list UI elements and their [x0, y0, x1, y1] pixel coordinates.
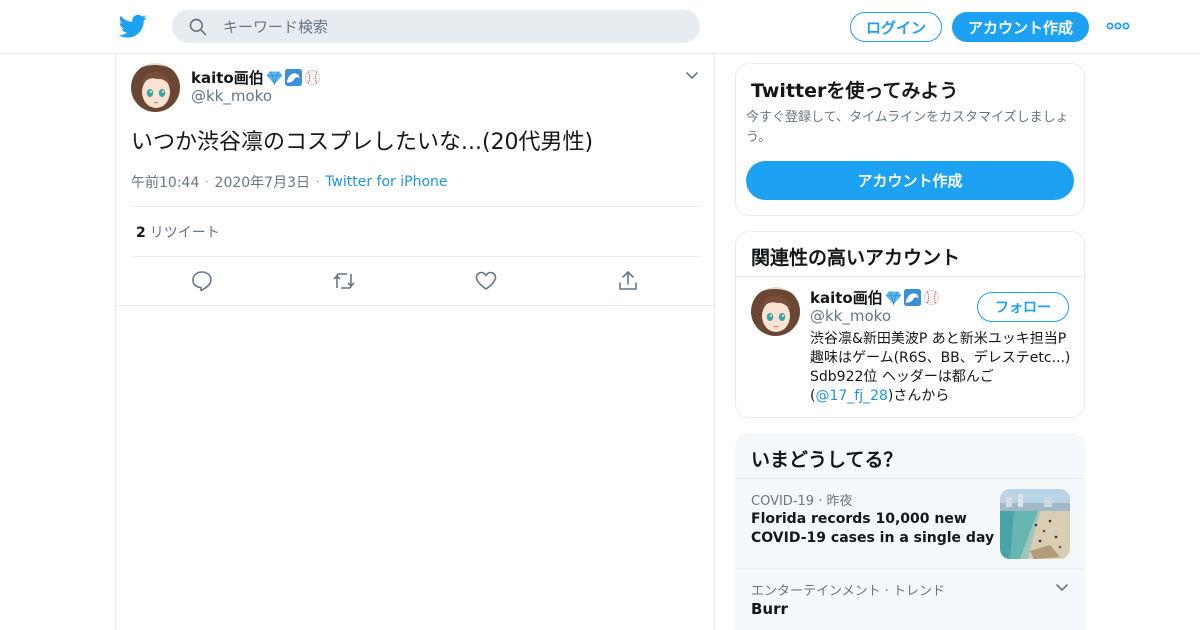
- beach-photo: [1000, 489, 1070, 559]
- retweet-count-link[interactable]: 2 リツイート: [136, 222, 220, 242]
- trend-meta: COVID-19 · 昨夜: [751, 490, 852, 509]
- display-name: kaito画伯: [191, 69, 264, 87]
- search-bar[interactable]: [172, 10, 700, 43]
- tweet-author-name[interactable]: kaito画伯: [191, 67, 321, 88]
- divider: [131, 256, 701, 257]
- search-icon: [189, 18, 207, 35]
- reply-icon[interactable]: [190, 269, 214, 293]
- wave-icon: [903, 289, 921, 306]
- display-name: kaito画伯: [810, 289, 883, 307]
- tweet-text: いつか渋谷凛のコスプレしたいな...(20代男性): [131, 130, 594, 155]
- baseball-icon: [923, 289, 939, 306]
- trend-title-link[interactable]: Burr: [751, 600, 788, 618]
- tweet-metadata: 午前10:44 · 2020年7月3日 · Twitter for iPhone: [131, 172, 448, 192]
- trends-title: いまどうしてる？: [751, 449, 903, 471]
- related-account-name[interactable]: kaito画伯: [810, 287, 940, 308]
- create-account-button[interactable]: アカウント作成: [746, 161, 1074, 200]
- like-heart-icon[interactable]: [474, 269, 498, 293]
- related-accounts-card: 関連性の高いアカウント kaito画伯 @kk_moko フォロー 渋谷凛&新田…: [735, 231, 1085, 418]
- signup-card-title: Twitterを使ってみよう: [751, 80, 959, 102]
- search-input[interactable]: [223, 17, 623, 36]
- divider: [736, 478, 1084, 479]
- tweet-time[interactable]: 午前10:44: [131, 172, 199, 192]
- gem-icon: [266, 71, 282, 86]
- chevron-down-icon[interactable]: [1054, 580, 1070, 596]
- signup-button[interactable]: アカウント作成: [952, 12, 1089, 42]
- twitter-bird-icon[interactable]: [119, 12, 147, 40]
- author-handle[interactable]: @kk_moko: [191, 87, 272, 105]
- tweet-actions: [116, 269, 714, 295]
- bio-text-end: )さんから: [887, 388, 950, 404]
- bio-mention-link[interactable]: @17_fj_28: [815, 388, 887, 404]
- related-account-bio: 渋谷凛&新田美波P あと新米ユッキ担当P 趣味はゲーム(R6S、BB、デレステe…: [810, 330, 1072, 406]
- avatar[interactable]: [751, 287, 800, 336]
- trend-headline-link[interactable]: Florida records 10,000 new COVID-19 case…: [751, 510, 995, 548]
- trends-card: いまどうしてる？ COVID-19 · 昨夜 Florida records 1…: [735, 433, 1085, 630]
- tweet-date[interactable]: 2020年7月3日: [215, 172, 310, 192]
- trend-category: COVID-19: [751, 494, 815, 509]
- trend-thumbnail[interactable]: [1000, 489, 1070, 559]
- top-header: ログイン アカウント作成: [0, 0, 1200, 54]
- divider: [736, 568, 1084, 569]
- divider: [131, 206, 701, 207]
- avatar[interactable]: [131, 63, 180, 112]
- separator-dot: ·: [316, 176, 320, 188]
- share-icon[interactable]: [616, 269, 640, 293]
- signup-card-description: 今すぐ登録して、タイムラインをカスタマイズしましょう。: [746, 110, 1069, 145]
- signup-card: Twitterを使ってみよう 今すぐ登録して、タイムラインをカスタマイズしましょ…: [735, 63, 1085, 216]
- chevron-down-icon[interactable]: [684, 68, 700, 84]
- follow-button[interactable]: フォロー: [977, 292, 1069, 322]
- retweet-count: 2: [136, 225, 146, 241]
- tweet-source-link[interactable]: Twitter for iPhone: [325, 174, 447, 190]
- avatar-illustration: [751, 287, 800, 336]
- retweet-label: リツイート: [149, 225, 220, 241]
- retweet-icon[interactable]: [332, 269, 356, 293]
- wave-icon: [284, 69, 302, 86]
- related-accounts-title: 関連性の高いアカウント: [751, 247, 961, 269]
- avatar-illustration: [131, 63, 180, 112]
- separator-dot: ·: [205, 176, 209, 188]
- login-button[interactable]: ログイン: [850, 12, 942, 42]
- trend-time: 昨夜: [826, 494, 853, 509]
- divider: [736, 276, 1084, 277]
- related-account-handle[interactable]: @kk_moko: [810, 307, 891, 325]
- divider: [116, 305, 714, 306]
- trend-category: エンターテインメント · トレンド: [751, 584, 946, 599]
- tweet-detail-column: kaito画伯 @kk_moko いつか渋谷凛のコスプレしたいな...(20代男…: [115, 54, 715, 630]
- more-options-icon[interactable]: [1106, 16, 1130, 36]
- baseball-icon: [304, 69, 320, 86]
- gem-icon: [885, 291, 901, 306]
